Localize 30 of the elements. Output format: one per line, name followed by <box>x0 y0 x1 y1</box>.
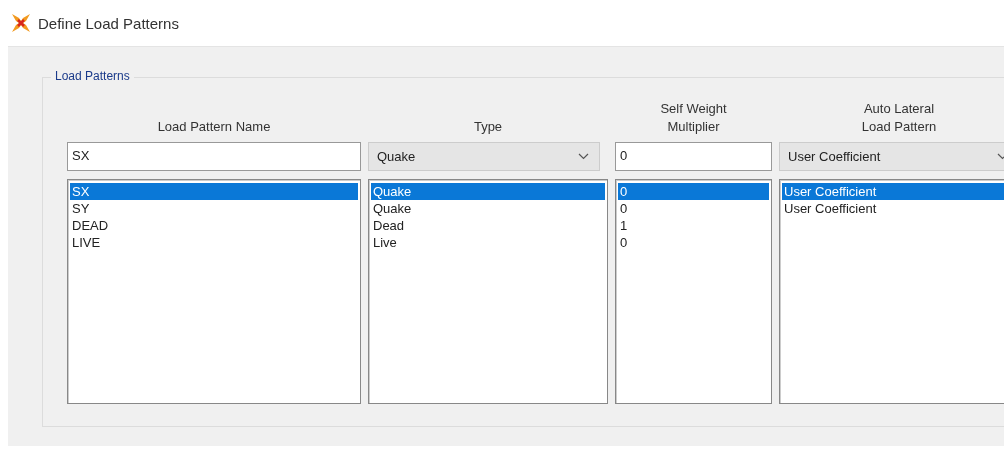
list-box[interactable]: Quake Quake Dead Live <box>368 179 608 404</box>
list-item[interactable]: Quake <box>371 200 605 217</box>
group-title: Load Patterns <box>51 69 134 83</box>
list-item[interactable]: Live <box>371 234 605 251</box>
list-box[interactable]: SX SY DEAD LIVE <box>67 179 361 404</box>
column-header: Type <box>472 118 504 136</box>
column-header: Self Weight Multiplier <box>659 100 728 136</box>
list-item[interactable]: User Coefficient <box>782 200 1004 217</box>
window-title: Define Load Patterns <box>38 14 179 32</box>
list-item[interactable]: 1 <box>618 217 769 234</box>
list-item[interactable]: DEAD <box>70 217 358 234</box>
list-item[interactable]: LIVE <box>70 234 358 251</box>
input-field[interactable]: 0 <box>615 142 772 171</box>
column-header: Auto Lateral Load Pattern <box>860 100 938 136</box>
list-item[interactable]: 0 <box>618 183 769 200</box>
list-item[interactable]: Dead <box>371 217 605 234</box>
list-box[interactable]: 0 0 1 0 <box>615 179 772 404</box>
column-header: Load Pattern Name <box>156 118 272 136</box>
dropdown[interactable]: Quake <box>368 142 600 171</box>
dropdown[interactable]: User Coefficient <box>779 142 1004 171</box>
list-item[interactable]: 0 <box>618 200 769 217</box>
list-item[interactable]: 0 <box>618 234 769 251</box>
list-item[interactable]: User Coefficient <box>782 183 1004 200</box>
list-item[interactable]: Quake <box>371 183 605 200</box>
chevron-down-icon <box>578 153 589 160</box>
input-field[interactable]: SX <box>67 142 361 171</box>
app-logo-icon <box>10 12 32 34</box>
list-box[interactable]: User Coefficient User Coefficient <box>779 179 1004 404</box>
list-item[interactable]: SY <box>70 200 358 217</box>
list-item[interactable]: SX <box>70 183 358 200</box>
